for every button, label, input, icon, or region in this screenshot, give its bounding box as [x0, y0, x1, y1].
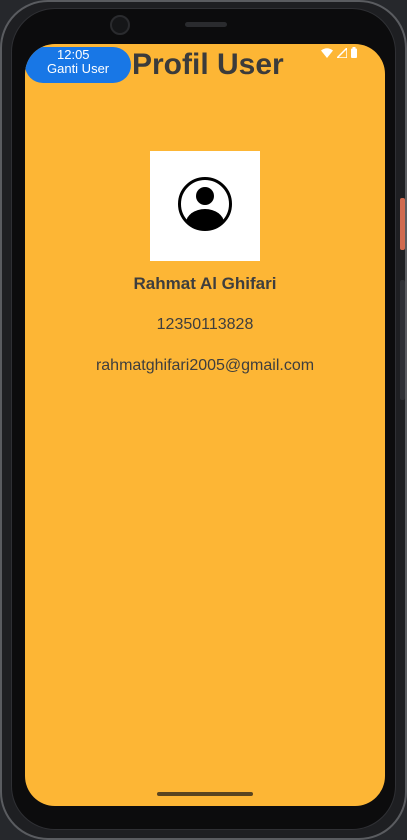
- app-screen: 12:05 Ganti User Profil User Rahmat Al G…: [25, 44, 385, 806]
- signal-icon: [337, 47, 347, 58]
- page-title: Profil User: [132, 48, 284, 81]
- status-time: 12:05: [57, 47, 90, 62]
- user-email: rahmatghifari2005@gmail.com: [95, 357, 315, 374]
- power-button: [400, 198, 405, 250]
- user-id-number: 12350113828: [156, 316, 254, 333]
- avatar: [150, 151, 260, 261]
- earpiece-speaker: [185, 22, 227, 27]
- phone-frame: 12:05 Ganti User Profil User Rahmat Al G…: [0, 0, 407, 840]
- volume-button: [400, 280, 405, 400]
- user-name: Rahmat Al Ghifari: [133, 274, 277, 293]
- status-icons: [321, 47, 357, 58]
- front-camera: [110, 15, 130, 35]
- home-indicator[interactable]: [157, 792, 253, 796]
- wifi-icon: [321, 47, 333, 58]
- account-circle-icon: [177, 176, 233, 237]
- battery-icon: [351, 47, 357, 58]
